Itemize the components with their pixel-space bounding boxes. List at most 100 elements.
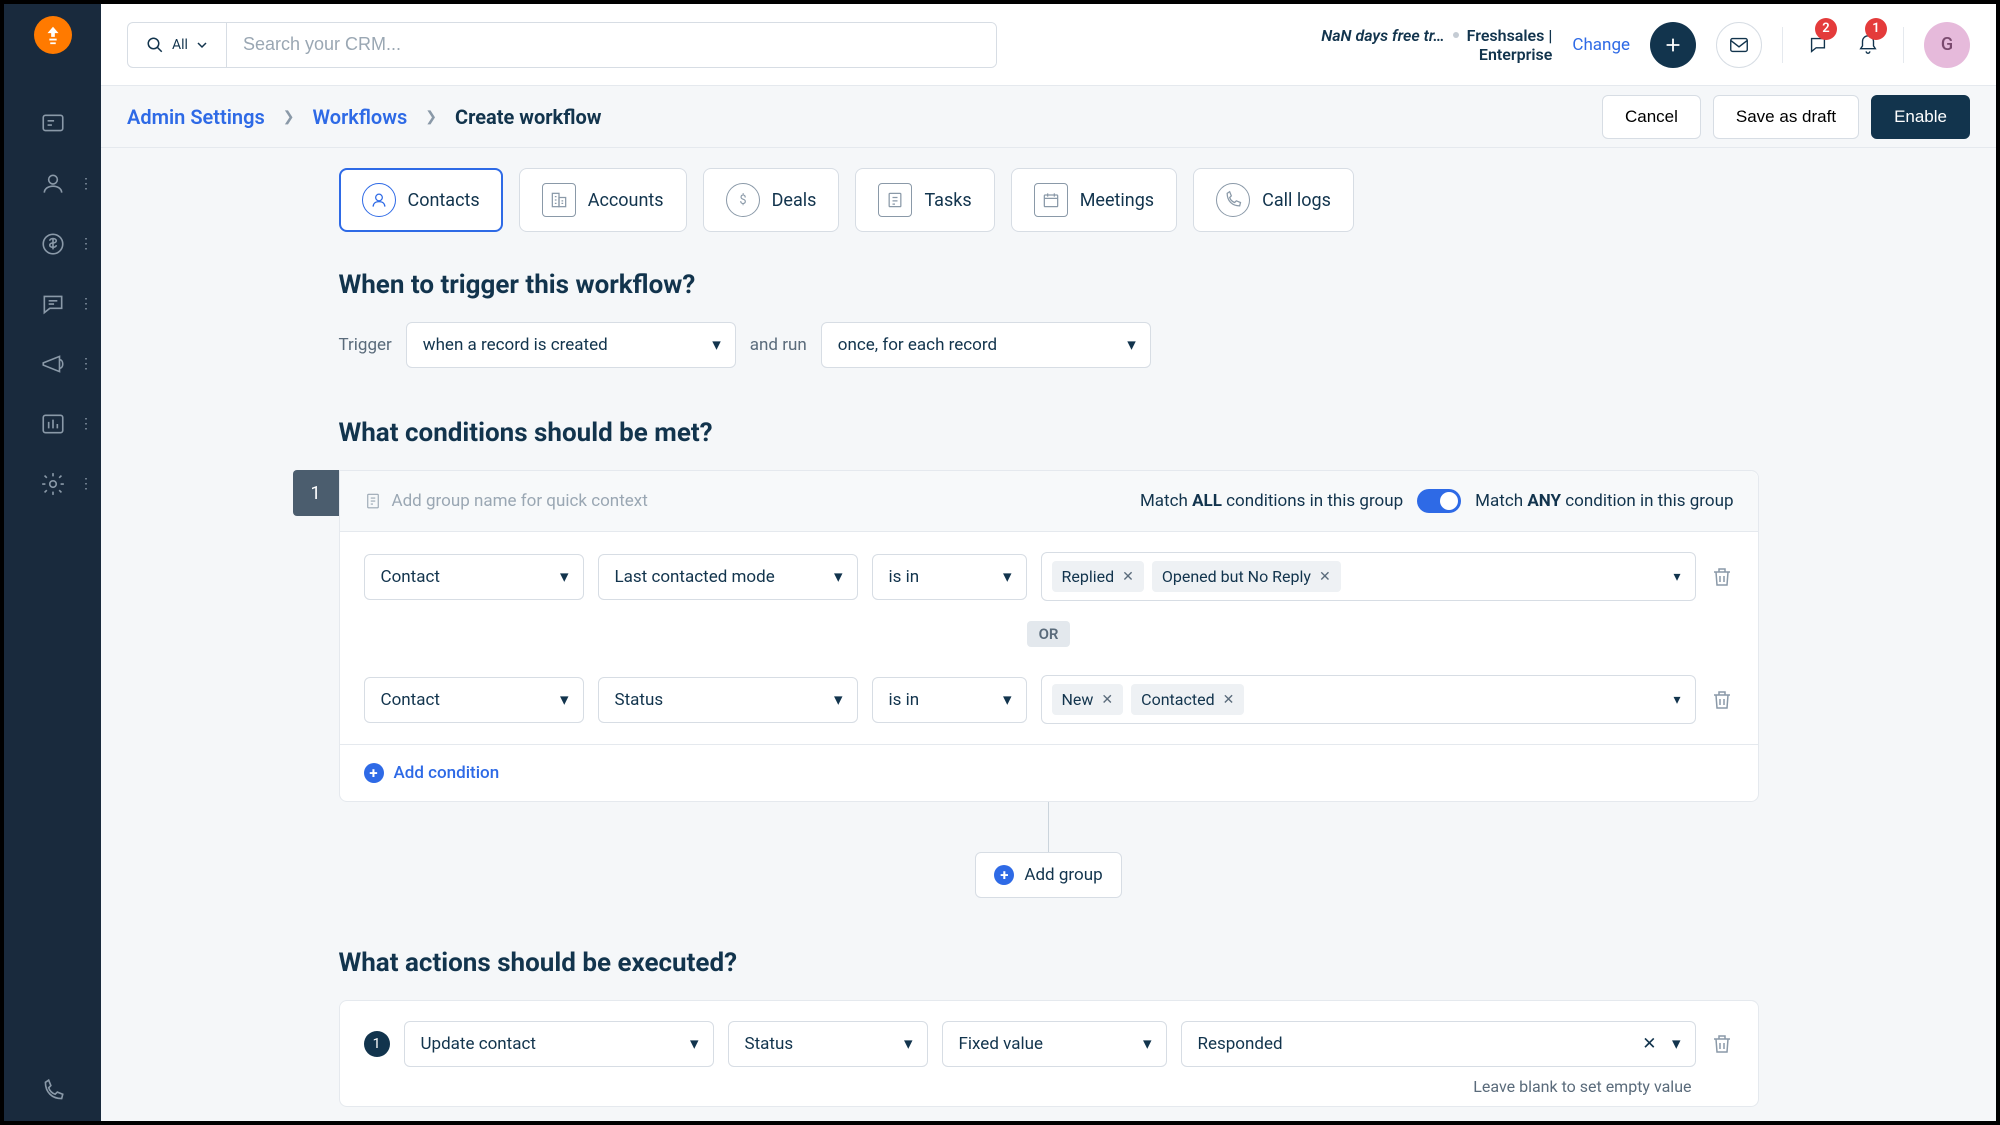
actions-section-title: What actions should be executed? <box>339 948 1759 978</box>
sidebar-item-campaigns[interactable]: ⋮ <box>4 334 101 394</box>
add-group-button[interactable]: + Add group <box>975 852 1121 898</box>
or-badge: OR <box>1027 621 1071 647</box>
sidebar-item-conversations[interactable]: ⋮ <box>4 274 101 334</box>
more-dots-icon[interactable]: ⋮ <box>79 417 93 431</box>
caret-down-icon: ▾ <box>1672 1034 1681 1054</box>
tag: Opened but No Reply✕ <box>1152 561 1341 592</box>
tag-remove-icon[interactable]: ✕ <box>1122 569 1134 585</box>
chat-button[interactable]: 2 <box>1803 22 1833 68</box>
condition-operator-select[interactable]: is in ▾ <box>872 554 1027 600</box>
tab-deals[interactable]: $ Deals <box>703 168 840 232</box>
content-area: Contacts Accounts $ Deals Tasks <box>101 148 1996 1121</box>
call-logs-icon <box>1216 183 1250 217</box>
select-value: Status <box>745 1034 794 1054</box>
change-plan-link[interactable]: Change <box>1572 35 1630 55</box>
plus-circle-icon: + <box>364 763 384 783</box>
breadcrumb-workflows[interactable]: Workflows <box>313 105 408 129</box>
caret-down-icon: ▾ <box>1003 567 1012 587</box>
clear-icon[interactable]: ✕ <box>1642 1034 1656 1054</box>
condition-value-select[interactable]: New✕ Contacted✕ ▾ <box>1041 675 1696 724</box>
sidebar-item-settings[interactable]: ⋮ <box>4 454 101 514</box>
sidebar-item-dialer[interactable] <box>4 1061 101 1121</box>
condition-entity-select[interactable]: Contact ▾ <box>364 677 584 723</box>
condition-group: Add group name for quick context Match A… <box>339 470 1759 802</box>
more-dots-icon[interactable]: ⋮ <box>79 177 93 191</box>
tag: Contacted✕ <box>1131 684 1244 715</box>
condition-operator-select[interactable]: is in ▾ <box>872 677 1027 723</box>
condition-field-select[interactable]: Last contacted mode ▾ <box>598 554 858 600</box>
product-name: Freshsales | <box>1467 26 1553 45</box>
meetings-icon <box>1034 183 1068 217</box>
more-dots-icon[interactable]: ⋮ <box>79 477 93 491</box>
tab-contacts[interactable]: Contacts <box>339 168 503 232</box>
action-field-select[interactable]: Status ▾ <box>728 1021 928 1067</box>
caret-down-icon: ▾ <box>834 567 843 587</box>
condition-value-select[interactable]: Replied✕ Opened but No Reply✕ ▾ <box>1041 552 1696 601</box>
tag-remove-icon[interactable]: ✕ <box>1319 569 1331 585</box>
app-logo[interactable] <box>34 16 72 54</box>
tab-label: Deals <box>772 190 817 211</box>
breadcrumb-admin[interactable]: Admin Settings <box>127 105 265 129</box>
document-icon <box>364 492 382 510</box>
trigger-when-select[interactable]: when a record is created ▾ <box>406 322 736 368</box>
sidebar-item-reports[interactable]: ⋮ <box>4 394 101 454</box>
search-filter-label: All <box>172 37 188 53</box>
svg-text:$: $ <box>739 193 746 208</box>
caret-down-icon: ▾ <box>904 1034 913 1054</box>
tab-tasks[interactable]: Tasks <box>855 168 994 232</box>
search-filter-dropdown[interactable]: All <box>128 23 227 67</box>
email-button[interactable] <box>1716 22 1762 68</box>
search-icon <box>146 36 164 54</box>
select-value: Contact <box>381 690 440 710</box>
tag: Replied✕ <box>1052 561 1144 592</box>
add-condition-button[interactable]: + Add condition <box>340 745 1758 801</box>
more-dots-icon[interactable]: ⋮ <box>79 237 93 251</box>
tab-meetings[interactable]: Meetings <box>1011 168 1177 232</box>
select-value: Update contact <box>421 1034 536 1054</box>
tab-label: Accounts <box>588 190 664 211</box>
sidebar-item-contacts[interactable]: ⋮ <box>4 154 101 214</box>
delete-action-button[interactable] <box>1710 1032 1734 1056</box>
action-number: 1 <box>364 1031 390 1057</box>
condition-entity-select[interactable]: Contact ▾ <box>364 554 584 600</box>
more-dots-icon[interactable]: ⋮ <box>79 297 93 311</box>
trigger-section-title: When to trigger this workflow? <box>339 270 1759 300</box>
divider <box>1903 27 1904 63</box>
select-value: when a record is created <box>423 335 608 355</box>
sidebar-item-dashboard[interactable] <box>4 94 101 154</box>
search-input[interactable] <box>227 23 996 67</box>
action-type-select[interactable]: Update contact ▾ <box>404 1021 714 1067</box>
match-toggle[interactable] <box>1417 489 1461 513</box>
action-value-type-select[interactable]: Fixed value ▾ <box>942 1021 1167 1067</box>
user-avatar[interactable]: G <box>1924 22 1970 68</box>
group-name-input[interactable]: Add group name for quick context <box>364 491 1140 511</box>
top-header: All NaN days free tr… Freshsales | Enter… <box>101 4 1996 86</box>
tab-call-logs[interactable]: Call logs <box>1193 168 1354 232</box>
bell-badge: 1 <box>1865 18 1887 40</box>
tag: New✕ <box>1052 684 1124 715</box>
notifications-button[interactable]: 1 <box>1853 22 1883 68</box>
delete-condition-button[interactable] <box>1710 688 1734 712</box>
select-value: Last contacted mode <box>615 567 775 587</box>
chevron-down-icon <box>196 39 208 51</box>
delete-condition-button[interactable] <box>1710 565 1734 589</box>
search-group: All <box>127 22 997 68</box>
select-value: is in <box>889 690 920 710</box>
cancel-button[interactable]: Cancel <box>1602 95 1701 139</box>
tasks-icon <box>878 183 912 217</box>
action-value-select[interactable]: Responded ✕ ▾ <box>1181 1021 1696 1067</box>
condition-field-select[interactable]: Status ▾ <box>598 677 858 723</box>
tag-remove-icon[interactable]: ✕ <box>1223 692 1235 708</box>
enable-button[interactable]: Enable <box>1871 95 1970 139</box>
caret-down-icon: ▾ <box>560 690 569 710</box>
match-any-text: Match ANY condition in this group <box>1475 491 1733 511</box>
quick-add-button[interactable] <box>1650 22 1696 68</box>
tab-accounts[interactable]: Accounts <box>519 168 687 232</box>
sidebar-item-deals[interactable]: ⋮ <box>4 214 101 274</box>
save-draft-button[interactable]: Save as draft <box>1713 95 1859 139</box>
group-number: 1 <box>293 470 339 516</box>
tag-remove-icon[interactable]: ✕ <box>1101 692 1113 708</box>
breadcrumb-current: Create workflow <box>455 105 601 129</box>
trigger-run-select[interactable]: once, for each record ▾ <box>821 322 1151 368</box>
more-dots-icon[interactable]: ⋮ <box>79 357 93 371</box>
